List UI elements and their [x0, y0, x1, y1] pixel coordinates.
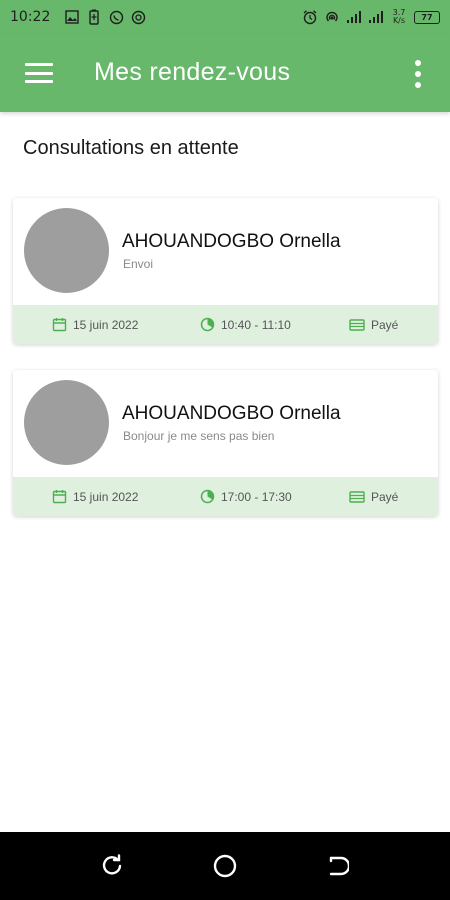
- system-nav-bar: [0, 832, 450, 900]
- recent-apps-icon: [102, 854, 122, 875]
- status-time: 10:22: [10, 9, 51, 25]
- appointment-date-text: 15 juin 2022: [73, 317, 139, 332]
- appointment-date: 15 juin 2022: [51, 305, 138, 344]
- payment-status-text: Payé: [371, 489, 399, 504]
- patient-name: AHOUANDOGBO Ornella: [122, 403, 341, 424]
- hotspot-icon: [324, 9, 340, 25]
- status-right: 3.7 K/s 77: [302, 9, 440, 25]
- appointment-time-text: 17:00 - 17:30: [221, 489, 292, 504]
- image-notification-icon: [64, 9, 80, 25]
- signal-icon: [346, 9, 362, 25]
- page-title: Mes rendez-vous: [94, 58, 291, 86]
- status-bar: 10:22 3.7 K/s 77: [0, 0, 450, 34]
- payment-status-text: Payé: [371, 317, 399, 332]
- network-speed-unit: K/s: [392, 16, 406, 25]
- appointment-details: 15 juin 2022 10:40 - 11:10 Payé: [13, 305, 438, 344]
- appointment-date: 15 juin 2022: [51, 477, 138, 516]
- patient-name: AHOUANDOGBO Ornella: [122, 231, 341, 252]
- battery-saver-icon: [86, 9, 102, 25]
- signal-2-icon: [368, 9, 384, 25]
- recent-apps-button[interactable]: [98, 852, 126, 880]
- avatar: [24, 380, 109, 465]
- clock-icon: [199, 489, 215, 505]
- more-vert-icon: [415, 60, 421, 66]
- section-title: Consultations en attente: [23, 137, 239, 159]
- status-left: 10:22: [10, 9, 146, 25]
- appointment-time: 10:40 - 11:10: [199, 305, 291, 344]
- payment-status: Payé: [349, 477, 398, 516]
- home-button[interactable]: [211, 852, 239, 880]
- network-speed: 3.7 K/s: [390, 9, 408, 25]
- notification-app-icon: [130, 9, 146, 25]
- screen: 10:22 3.7 K/s 77 Mes rendez-vous Consult…: [0, 0, 450, 900]
- calendar-icon: [51, 489, 67, 505]
- whatsapp-icon: [108, 9, 124, 25]
- back-button[interactable]: [323, 852, 351, 880]
- battery-indicator: 77: [414, 10, 440, 24]
- appointment-card[interactable]: AHOUANDOGBO Ornella Envoi 15 juin 2022 1…: [13, 198, 438, 344]
- calendar-icon: [51, 317, 67, 333]
- back-icon: [329, 856, 349, 876]
- appointment-details: 15 juin 2022 17:00 - 17:30 Payé: [13, 477, 438, 516]
- appointment-time-text: 10:40 - 11:10: [221, 317, 291, 332]
- payment-icon: [349, 489, 365, 505]
- payment-status: Payé: [349, 305, 398, 344]
- appointment-date-text: 15 juin 2022: [73, 489, 139, 504]
- avatar: [24, 208, 109, 293]
- menu-button[interactable]: [24, 61, 54, 85]
- menu-icon: [25, 63, 53, 66]
- appointment-card[interactable]: AHOUANDOGBO Ornella Bonjour je me sens p…: [13, 370, 438, 516]
- appointment-message: Envoi: [123, 257, 154, 271]
- alarm-icon: [302, 9, 318, 25]
- clock-icon: [199, 317, 215, 333]
- more-options-button[interactable]: [412, 60, 424, 88]
- payment-icon: [349, 317, 365, 333]
- appointment-message: Bonjour je me sens pas bien: [123, 429, 275, 443]
- home-icon: [213, 854, 237, 878]
- appointment-time: 17:00 - 17:30: [199, 477, 292, 516]
- app-bar: Mes rendez-vous: [0, 34, 450, 112]
